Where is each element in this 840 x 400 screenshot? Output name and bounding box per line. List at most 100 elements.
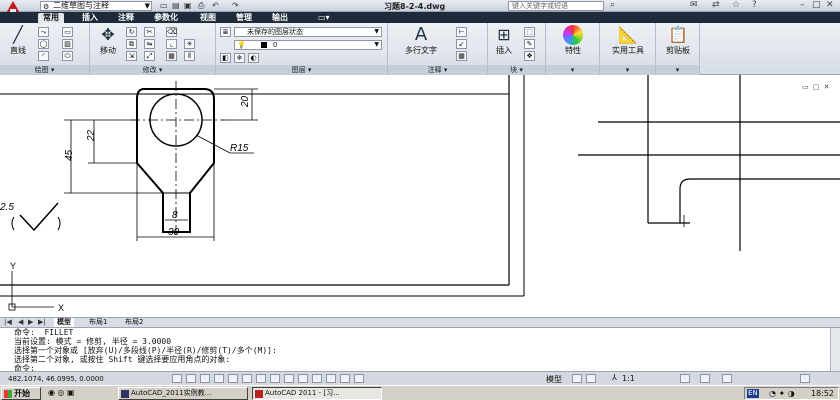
properties-button[interactable]: 特性: [552, 25, 594, 56]
tab-layout2[interactable]: 布局2: [122, 318, 146, 327]
workspace-switch-button[interactable]: [700, 374, 710, 383]
arc-icon[interactable]: ◜: [38, 51, 49, 61]
layer-state-dropdown[interactable]: 未保存的图层状态 ▼: [234, 27, 382, 37]
hatch-icon[interactable]: ▨: [62, 39, 73, 49]
rectangle-icon[interactable]: ▭: [62, 27, 73, 37]
layer-isolate-icon[interactable]: ◧: [220, 53, 231, 63]
trim-icon[interactable]: ✂: [144, 27, 155, 37]
plot-icon[interactable]: ⎙: [198, 1, 204, 11]
utilities-button[interactable]: 📐 实用工具: [604, 25, 652, 56]
polar-toggle[interactable]: [228, 374, 238, 383]
offset-icon[interactable]: ⫴: [184, 51, 195, 61]
edit-block-icon[interactable]: ✎: [524, 39, 535, 49]
quick-launch-icons[interactable]: ◉ ◎ ▣: [48, 388, 75, 397]
leader-icon[interactable]: ↙: [456, 39, 467, 49]
dimension-icon[interactable]: ⊢: [456, 27, 467, 37]
annotation-scale-icon[interactable]: ⅄: [612, 373, 617, 382]
viewport-controls[interactable]: ▭ ▢ ✕: [802, 83, 831, 91]
array-icon[interactable]: ▦: [166, 51, 177, 61]
layer-off-icon[interactable]: ◐: [248, 53, 259, 63]
new-icon[interactable]: ▭: [160, 1, 168, 10]
exchange-icon[interactable]: ⇄: [712, 0, 720, 10]
scale-icon[interactable]: ⤢: [144, 51, 155, 61]
properties-panel-title[interactable]: ▾: [546, 65, 599, 75]
clipboard-panel-title[interactable]: ▾: [656, 65, 699, 75]
layer-properties-icon[interactable]: ≣: [220, 27, 231, 37]
annotation-scale[interactable]: 1:1: [622, 374, 635, 383]
draw-panel-title[interactable]: 绘图 ▾: [0, 65, 89, 75]
tab-output[interactable]: 输出: [272, 13, 288, 22]
command-line-scrollbar[interactable]: [830, 328, 840, 372]
tab-manage[interactable]: 管理: [236, 13, 252, 22]
model-space-label[interactable]: 模型: [546, 374, 562, 385]
fillet-icon[interactable]: ⌞: [166, 39, 177, 49]
copy-icon[interactable]: ⧉: [126, 39, 137, 49]
insert-button[interactable]: ⊞ 插入: [490, 25, 518, 56]
osnap-toggle[interactable]: [242, 374, 252, 383]
block-panel-title[interactable]: 块 ▾: [488, 65, 545, 75]
create-block-icon[interactable]: ⬚: [524, 27, 535, 37]
annotation-visibility-toggle[interactable]: [680, 374, 690, 383]
quick-view-drawings-button[interactable]: [586, 374, 596, 383]
tab-layout1[interactable]: 布局1: [86, 318, 110, 327]
lock-toolbar-button[interactable]: [722, 374, 732, 383]
dyn-toggle[interactable]: [298, 374, 308, 383]
redo-icon[interactable]: ↷: [232, 1, 239, 10]
nav-last-icon[interactable]: ▶|: [38, 318, 46, 327]
explode-icon[interactable]: ✳: [184, 39, 195, 49]
tab-annotate[interactable]: 注释: [118, 13, 134, 22]
ducs-toggle[interactable]: [284, 374, 294, 383]
tab-model[interactable]: 模型: [54, 318, 74, 327]
command-line[interactable]: 命令: FILLET 当前设置: 模式 = 修剪, 半径 = 3.0000 选择…: [0, 327, 840, 373]
quick-properties-toggle[interactable]: [340, 374, 350, 383]
utilities-panel-title[interactable]: ▾: [600, 65, 655, 75]
favorites-star-icon[interactable]: ☆: [732, 0, 740, 10]
clipboard-button[interactable]: 📋 剪贴板: [658, 25, 698, 56]
mtext-button[interactable]: A 多行文字: [398, 25, 444, 56]
layers-panel-title[interactable]: 图层 ▾: [216, 65, 387, 75]
save-icon[interactable]: ▣: [184, 1, 192, 10]
tab-parametric[interactable]: 参数化: [154, 13, 178, 22]
mirror-icon[interactable]: ⇋: [144, 39, 155, 49]
close-icon[interactable]: ✕: [826, 0, 834, 10]
infer-constraints-toggle[interactable]: [172, 374, 182, 383]
layer-dropdown[interactable]: 💡 0 ▼: [234, 40, 382, 50]
snap-toggle[interactable]: [186, 374, 196, 383]
tab-home[interactable]: 常用: [38, 13, 64, 23]
transparency-toggle[interactable]: [326, 374, 336, 383]
taskbar-item-tutorial[interactable]: AutoCAD_2011实例教...: [118, 387, 248, 400]
maximize-icon[interactable]: □: [812, 0, 821, 10]
binoculars-icon[interactable]: ⌕: [610, 0, 615, 10]
taskbar-item-autocad[interactable]: AutoCAD 2011 - [习...: [252, 387, 382, 400]
minimize-icon[interactable]: –: [800, 0, 805, 10]
ortho-toggle[interactable]: [214, 374, 224, 383]
input-method-indicator[interactable]: EN: [747, 389, 759, 398]
stretch-icon[interactable]: ⇲: [126, 51, 137, 61]
communication-icon[interactable]: ✉: [690, 0, 698, 10]
tab-overflow-icon[interactable]: ▭▾: [318, 13, 330, 22]
help-icon[interactable]: ?: [752, 0, 757, 10]
workspace-switcher[interactable]: ⚙ 二维草图与注释 ▼: [40, 1, 152, 11]
tab-view[interactable]: 视图: [200, 13, 216, 22]
polyline-icon[interactable]: ⤳: [38, 27, 49, 37]
ellipse-icon[interactable]: ⬭: [62, 51, 73, 61]
open-icon[interactable]: ▤: [172, 1, 180, 10]
circle-icon[interactable]: ◯: [38, 39, 49, 49]
3d-osnap-toggle[interactable]: [256, 374, 266, 383]
otrack-toggle[interactable]: [270, 374, 280, 383]
nav-first-icon[interactable]: |◀: [4, 318, 12, 327]
clean-screen-button[interactable]: [800, 374, 810, 383]
tray-icons[interactable]: ◔ ✦ ◑: [769, 389, 795, 398]
nav-next-icon[interactable]: ▶: [28, 318, 33, 327]
quick-view-layouts-button[interactable]: [572, 374, 582, 383]
erase-icon[interactable]: ⌫: [166, 27, 177, 37]
lineweight-toggle[interactable]: [312, 374, 322, 383]
line-button[interactable]: ╱ 直线: [4, 25, 32, 56]
move-button[interactable]: ✥ 移动: [94, 25, 122, 56]
drawing-canvas[interactable]: 20 22 45 R15 8 30 2.5 Y X ▭ ▢ ✕: [0, 75, 840, 317]
table-icon[interactable]: ▦: [456, 51, 467, 61]
start-button[interactable]: 开始: [1, 387, 41, 400]
search-input[interactable]: 键入关键字或短语: [508, 1, 604, 11]
tab-insert[interactable]: 插入: [82, 13, 98, 22]
undo-icon[interactable]: ↶: [212, 1, 219, 10]
